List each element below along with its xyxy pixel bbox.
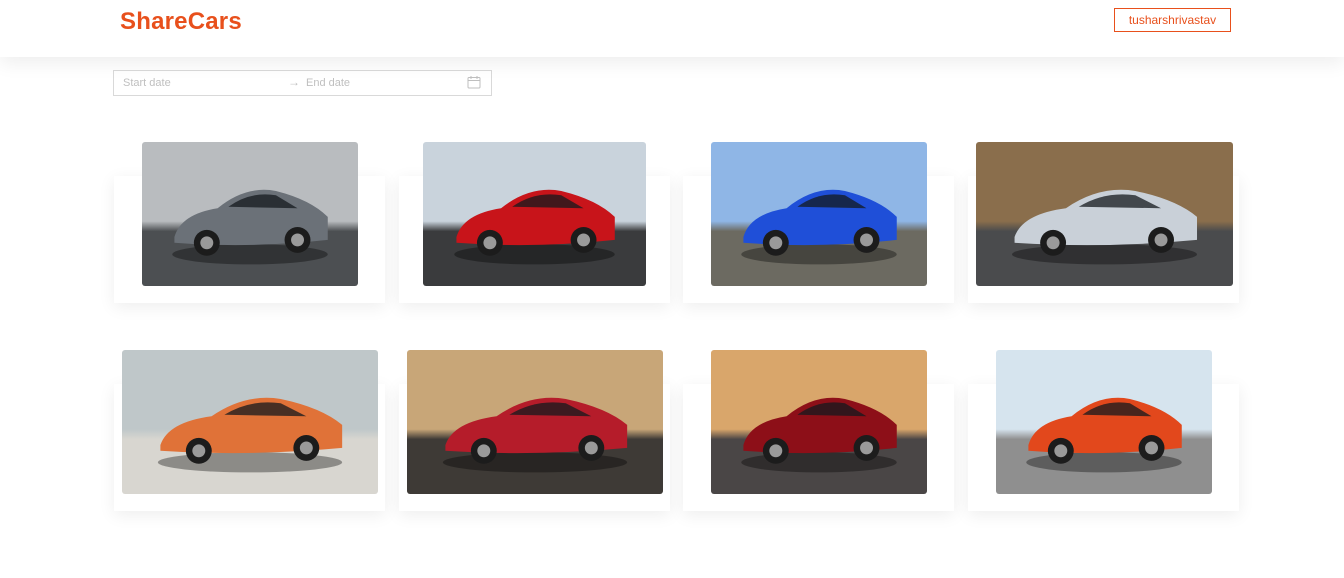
date-range-picker[interactable]: → <box>113 70 492 96</box>
calendar-icon[interactable] <box>467 75 481 89</box>
car-photo-red-ferrari[interactable] <box>423 142 646 286</box>
car-photo-red-nissan-gtr[interactable] <box>711 350 927 494</box>
car-photo-grey-hypercar[interactable] <box>142 142 358 286</box>
car-photo-orange-mclaren-p1[interactable] <box>996 350 1212 494</box>
car-photo-orange-mercedes[interactable] <box>122 350 378 494</box>
car-photo-silver-bmw-i8[interactable] <box>976 142 1233 286</box>
user-account-button[interactable]: tusharshrivastav <box>1114 8 1231 32</box>
brand-logo[interactable]: ShareCars <box>120 8 242 36</box>
car-photo-red-tesla-roadster[interactable] <box>407 350 663 494</box>
date-range-separator: → <box>288 75 300 89</box>
car-photo-blue-lamborghini[interactable] <box>711 142 927 286</box>
end-date-input[interactable] <box>306 73 456 93</box>
start-date-input[interactable] <box>123 73 283 93</box>
top-navbar: ShareCars tusharshrivastav <box>0 0 1344 57</box>
